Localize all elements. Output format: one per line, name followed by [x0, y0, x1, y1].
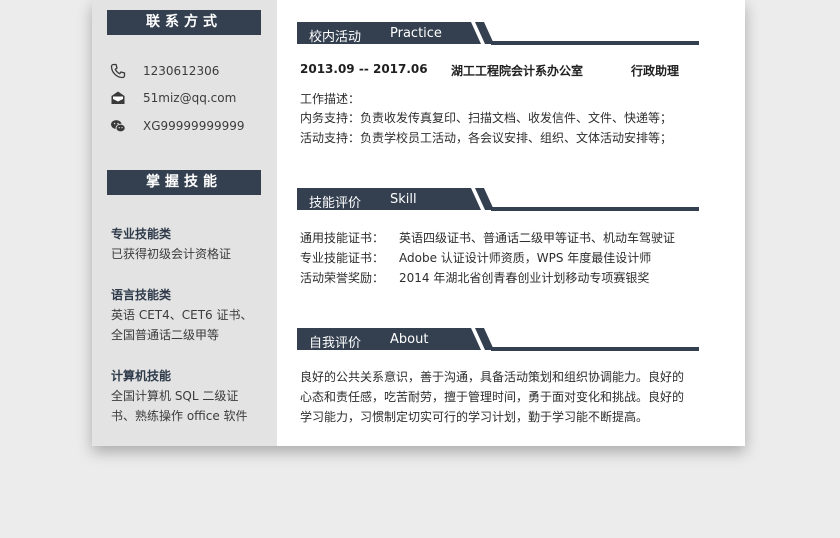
practice-period: 2013.09 -- 2017.06 [300, 62, 428, 76]
contact-phone-text: 1230612306 [143, 64, 220, 78]
skill-category-heading: 计算机技能 [111, 369, 172, 383]
about-title-cn: 自我评价 [309, 336, 362, 351]
about-section-header: 自我评价 About [297, 328, 699, 354]
practice-role: 行政助理 [631, 64, 680, 78]
skill-category-language: 语言技能类 英语 CET4、CET6 证书、 全国普通话二级甲等 [111, 285, 252, 345]
about-line: 学习能力，习惯制定切实可行的学习计划，勤于学习能不断提高。 [300, 410, 649, 424]
skill-category-heading: 专业技能类 [111, 227, 172, 241]
practice-entry: 2013.09 -- 2017.06 湖工工程院会计系办公室 行政助理 [300, 60, 695, 80]
skill-row: 专业技能证书： Adobe 认证设计师资质，WPS 年度最佳设计师 [300, 248, 651, 268]
skill-title-en: Skill [390, 192, 417, 207]
skill-row-value: Adobe 认证设计师资质，WPS 年度最佳设计师 [399, 251, 652, 265]
skill-category-line: 英语 CET4、CET6 证书、 [111, 308, 253, 322]
phone-icon [110, 63, 126, 79]
skill-section-header: 技能评价 Skill [297, 188, 699, 214]
skill-row-value: 2014 年湖北省创青春创业计划移动专项赛银奖 [399, 271, 650, 285]
contact-phone: 1230612306 [110, 62, 219, 80]
skill-category-professional: 专业技能类 已获得初级会计资格证 [111, 224, 231, 264]
contact-wechat: XG99999999999 [110, 117, 245, 135]
about-title-en: About [390, 332, 429, 347]
practice-item: 活动支持：负责学校员工活动，各会议安排、组织、文体活动安排等； [300, 131, 673, 145]
skill-row: 通用技能证书： 英语四级证书、普通话二级甲等证书、机动车驾驶证 [300, 228, 675, 248]
practice-item: 内务支持：负责收发传真复印、扫描文档、收发信件、文件、快递等； [300, 111, 673, 125]
skill-category-computer: 计算机技能 全国计算机 SQL 二级证 书、熟练操作 office 软件 [111, 366, 248, 426]
skill-category-line: 已获得初级会计资格证 [111, 247, 232, 261]
skill-category-line: 全国普通话二级甲等 [111, 328, 220, 342]
contact-email-text: 51miz@qq.com [143, 91, 237, 105]
about-text: 良好的公共关系意识，善于沟通，具备活动策划和组织协调能力。良好的 心态和责任感，… [300, 367, 700, 427]
mail-icon [111, 91, 125, 104]
resume-page: 联系方式 1230612306 51miz@qq.com XG999999999… [92, 0, 745, 446]
contact-email: 51miz@qq.com [110, 89, 236, 107]
skill-category-heading: 语言技能类 [111, 288, 172, 302]
practice-section-header: 校内活动 Practice [297, 22, 699, 48]
practice-title-cn: 校内活动 [309, 30, 362, 45]
practice-desc-label: 工作描述： [300, 92, 361, 106]
sidebar: 联系方式 1230612306 51miz@qq.com XG999999999… [92, 0, 277, 446]
skill-category-line: 全国计算机 SQL 二级证 [111, 389, 239, 403]
contact-section-title: 联系方式 [107, 10, 261, 35]
skill-row-key: 活动荣誉奖励： [300, 271, 385, 285]
practice-org: 湖工工程院会计系办公室 [451, 64, 584, 78]
wechat-icon [111, 120, 126, 133]
practice-title-en: Practice [390, 26, 442, 41]
main-content: 校内活动 Practice 2013.09 -- 2017.06 湖工工程院会计… [297, 0, 699, 446]
skill-row: 活动荣誉奖励： 2014 年湖北省创青春创业计划移动专项赛银奖 [300, 268, 649, 288]
contact-wechat-text: XG99999999999 [143, 119, 245, 133]
skill-category-line: 书、熟练操作 office 软件 [111, 409, 248, 423]
skill-title-cn: 技能评价 [309, 196, 362, 211]
about-line: 良好的公共关系意识，善于沟通，具备活动策划和组织协调能力。良好的 [300, 370, 685, 384]
skill-row-key: 通用技能证书： [300, 231, 385, 245]
skill-row-key: 专业技能证书： [300, 251, 385, 265]
skill-row-value: 英语四级证书、普通话二级甲等证书、机动车驾驶证 [399, 231, 676, 245]
skills-section-title: 掌握技能 [107, 170, 261, 195]
about-line: 心态和责任感，吃苦耐劳，擅于管理时间，勇于面对变化和挑战。良好的 [300, 390, 685, 404]
